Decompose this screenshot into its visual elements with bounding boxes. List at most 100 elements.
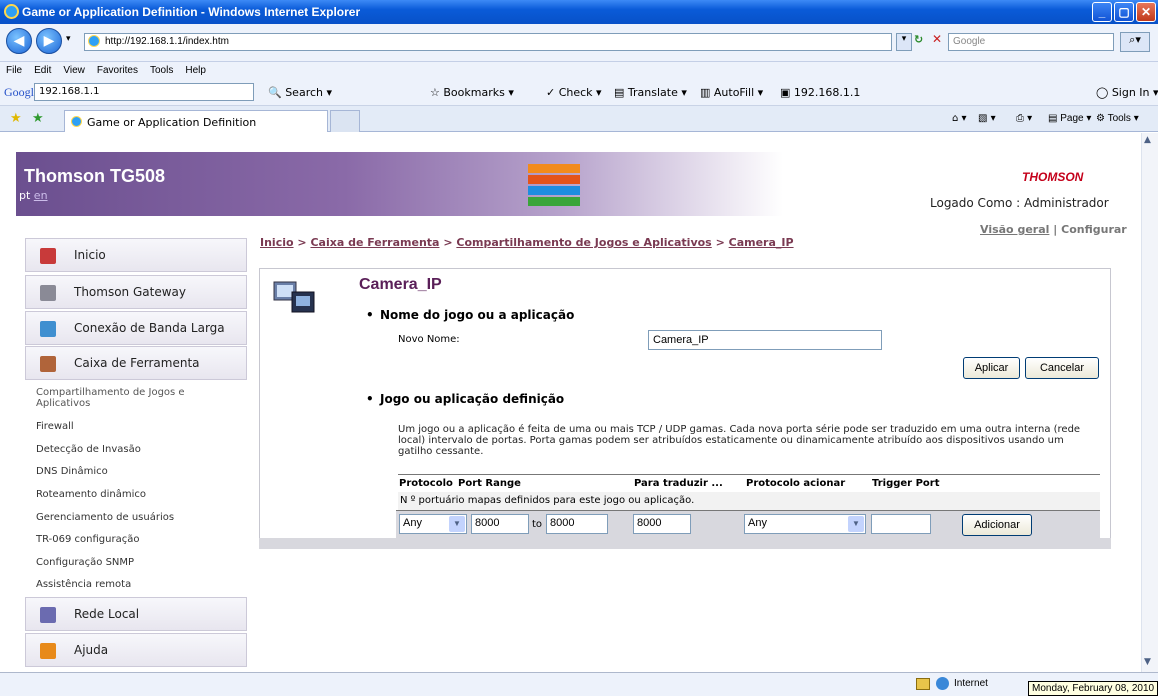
help-icon <box>40 643 56 659</box>
menu-edit[interactable]: Edit <box>34 65 51 76</box>
menu-file[interactable]: File <box>6 65 22 76</box>
google-search-input[interactable]: 192.168.1.1 <box>34 83 254 101</box>
address-input[interactable]: http://192.168.1.1/index.htm <box>84 33 892 51</box>
add-button[interactable]: Adicionar <box>962 514 1032 536</box>
toolbar-translate-button[interactable]: ▤ Translate ▾ <box>614 86 687 99</box>
breadcrumb-inicio[interactable]: Inicio <box>260 236 294 249</box>
sidebar-item-broadband[interactable]: Conexão de Banda Larga <box>25 311 247 345</box>
search-icon[interactable]: ⌕▾ <box>1120 32 1150 52</box>
cancel-button[interactable]: Cancelar <box>1025 357 1099 379</box>
sign-in-button[interactable]: ◯ Sign In ▾ <box>1096 86 1158 99</box>
new-tab-button[interactable] <box>330 110 360 132</box>
sidebar-label: Thomson Gateway <box>74 285 186 299</box>
favorites-star-icon[interactable]: ★ <box>10 111 22 126</box>
sidebar-item-lan[interactable]: Rede Local <box>25 597 247 631</box>
scroll-down-icon[interactable]: ▼ <box>1144 657 1151 667</box>
gateway-icon <box>40 285 56 301</box>
toolbar-ip-button[interactable]: ▣ 192.168.1.1 <box>780 86 860 99</box>
tools-menu[interactable]: ⚙ Tools ▾ <box>1096 113 1139 124</box>
stop-icon[interactable]: ✕ <box>932 32 942 46</box>
col-trigger-protocol: Protocolo acionar <box>746 478 846 489</box>
breadcrumb-game-sharing[interactable]: Compartilhamento de Jogos e Aplicativos <box>456 236 711 249</box>
sidebar-sub-intrusion[interactable]: Detecção de Invasão <box>36 444 141 455</box>
breadcrumb-toolbox[interactable]: Caixa de Ferramenta <box>310 236 439 249</box>
date-tooltip: Monday, February 08, 2010 <box>1028 681 1158 696</box>
breadcrumb-sep: > <box>715 236 725 249</box>
toolbar-check-button[interactable]: ✓ Check ▾ <box>546 86 602 99</box>
col-translate: Para traduzir ... <box>634 478 723 489</box>
apply-button[interactable]: Aplicar <box>963 357 1020 379</box>
home-icon[interactable]: ⌂ ▾ <box>952 113 967 124</box>
game-sharing-icon <box>273 281 315 313</box>
forward-button[interactable]: ▶ <box>36 28 62 54</box>
definition-description: Um jogo ou a aplicação é feita de uma ou… <box>398 424 1081 457</box>
breadcrumb-camera-ip[interactable]: Camera_IP <box>729 236 794 249</box>
menu-tools[interactable]: Tools <box>150 65 173 76</box>
protocol-select[interactable]: Any ▼ <box>399 514 467 534</box>
refresh-icon[interactable]: ↻ <box>914 33 923 46</box>
back-button[interactable]: ◀ <box>6 28 32 54</box>
sidebar-sub-snmp[interactable]: Configuração SNMP <box>36 557 134 568</box>
sidebar-label: Rede Local <box>74 607 140 621</box>
minimize-button[interactable]: _ <box>1092 2 1112 22</box>
logged-in-status: Logado Como : Administrador <box>930 196 1109 210</box>
sidebar-sub-dns[interactable]: DNS Dinâmico <box>36 466 108 477</box>
sidebar-item-gateway[interactable]: Thomson Gateway <box>25 275 247 309</box>
sidebar-sub-remote[interactable]: Assistência remota <box>36 579 131 590</box>
sidebar-item-toolbox[interactable]: Caixa de Ferramenta <box>25 346 247 380</box>
router-title: Thomson TG508 <box>24 166 166 186</box>
search-input[interactable]: Google <box>948 33 1114 51</box>
configure-link[interactable]: Configurar <box>1061 223 1127 236</box>
toolbar-bookmarks-button[interactable]: ☆ Bookmarks ▾ <box>430 86 514 99</box>
breadcrumb: Inicio > Caixa de Ferramenta > Compartil… <box>260 236 794 249</box>
menu-favorites[interactable]: Favorites <box>97 65 138 76</box>
sidebar-sub-game-sharing[interactable]: Compartilhamento de Jogos e Aplicativos <box>36 387 236 409</box>
close-button[interactable]: ✕ <box>1136 2 1156 22</box>
sidebar-sub-firewall[interactable]: Firewall <box>36 421 74 432</box>
toolbar-ip-label: 192.168.1.1 <box>793 86 861 99</box>
stripe-green <box>528 197 580 206</box>
zone-label: Internet <box>954 678 988 689</box>
breadcrumb-sep: > <box>297 236 307 249</box>
maximize-button[interactable]: ▢ <box>1114 2 1134 22</box>
new-name-input[interactable]: Camera_IP <box>648 330 882 350</box>
vertical-scrollbar[interactable]: ▲ ▼ <box>1141 133 1158 672</box>
trigger-port-input[interactable] <box>871 514 931 534</box>
toolbar-bookmarks-label: Bookmarks <box>443 86 505 99</box>
language-switch: pt en <box>19 189 48 202</box>
overview-link[interactable]: Visão geral <box>980 223 1049 236</box>
toolbar-search-button[interactable]: 🔍 Search ▾ <box>268 86 332 99</box>
feeds-icon[interactable]: ▧ ▾ <box>978 113 996 124</box>
col-protocol: Protocolo <box>399 478 453 489</box>
sidebar-item-help[interactable]: Ajuda <box>25 633 247 667</box>
translate-port-input[interactable]: 8000 <box>633 514 691 534</box>
history-dropdown-icon[interactable]: ▾ <box>66 34 71 44</box>
menu-help[interactable]: Help <box>185 65 206 76</box>
port-to-input[interactable]: 8000 <box>546 514 608 534</box>
scroll-up-icon[interactable]: ▲ <box>1144 135 1151 145</box>
page-icon <box>88 35 100 47</box>
page-menu[interactable]: ▤ Page ▾ <box>1048 113 1091 124</box>
lan-icon <box>40 607 56 623</box>
sidebar-sub-users[interactable]: Gerenciamento de usuários <box>36 512 174 523</box>
menu-view[interactable]: View <box>63 65 85 76</box>
toolbar-autofill-button[interactable]: ▥ AutoFill ▾ <box>700 86 763 99</box>
add-favorites-icon[interactable]: ★ <box>32 111 44 126</box>
port-from-input[interactable]: 8000 <box>471 514 529 534</box>
sidebar-sub-tr069[interactable]: TR-069 configuração <box>36 534 139 545</box>
breadcrumb-sep: > <box>443 236 453 249</box>
print-icon[interactable]: ⎙ ▾ <box>1016 113 1032 124</box>
trigger-protocol-select[interactable]: Any ▼ <box>744 514 866 534</box>
toolbar-check-label: Check <box>558 86 593 99</box>
stripe-red <box>528 175 580 184</box>
sidebar-sub-routing[interactable]: Roteamento dinâmico <box>36 489 146 500</box>
tab-active[interactable]: Game or Application Definition <box>64 110 328 132</box>
to-label: to <box>532 519 543 530</box>
sidebar-item-inicio[interactable]: Inicio <box>25 238 247 272</box>
table-empty-row: N º portuário mapas definidos para este … <box>398 492 1100 510</box>
lang-en-link[interactable]: en <box>34 189 48 202</box>
address-dropdown-icon[interactable]: ▾ <box>896 33 912 51</box>
stripe-orange <box>528 164 580 173</box>
stripe-blue <box>528 186 580 195</box>
toolbar-translate-label: Translate <box>627 86 678 99</box>
